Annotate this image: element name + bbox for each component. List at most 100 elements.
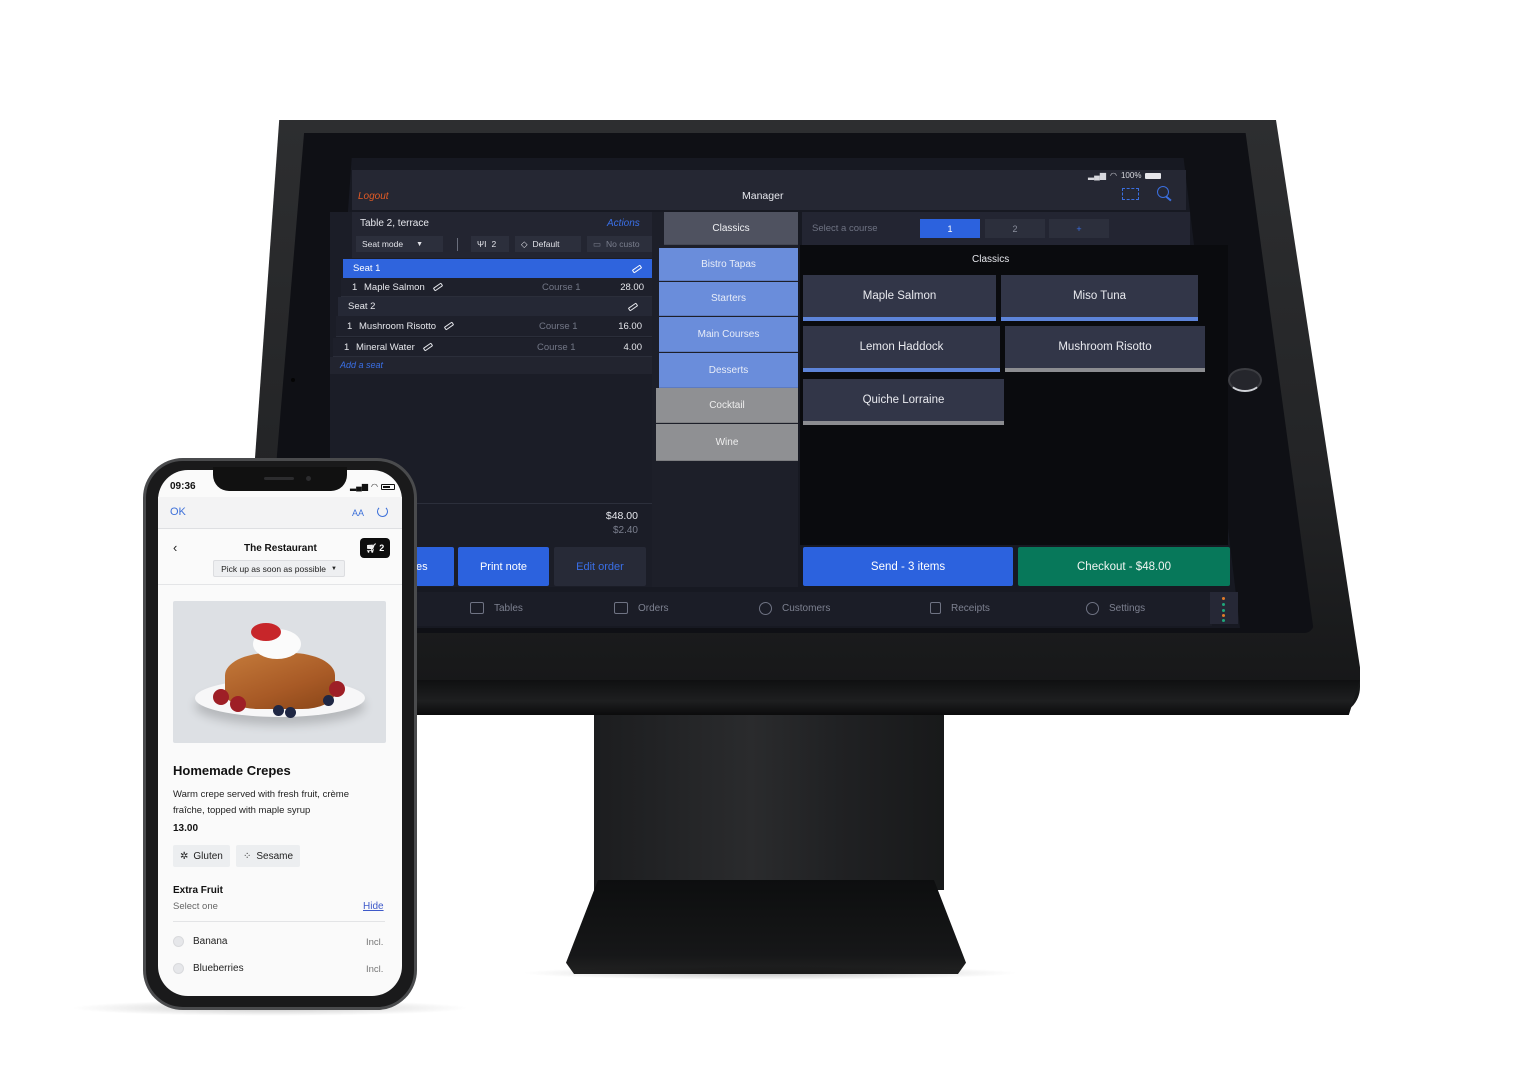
seat-mode-label: Seat mode <box>362 239 404 249</box>
status-dot <box>1222 597 1225 600</box>
modifier-title: Extra Fruit <box>173 885 224 896</box>
logout-button[interactable]: Logout <box>358 191 389 202</box>
sesame-icon: ⁘ <box>243 850 252 862</box>
menu-item-tile[interactable]: Maple Salmon <box>803 275 996 321</box>
camera-icon <box>291 378 295 382</box>
print-note-button[interactable]: Print note <box>458 547 549 586</box>
menu-item-tile[interactable]: Quiche Lorraine <box>803 379 1004 425</box>
bag-icon <box>614 602 628 614</box>
nav-receipts[interactable]: Receipts <box>930 602 990 614</box>
raspberry-graphic <box>213 689 229 705</box>
item-qty: 1 <box>352 281 358 293</box>
tag-icon: ◇ <box>521 238 528 249</box>
nav-label: Customers <box>782 603 831 614</box>
blueberry-graphic <box>323 695 334 706</box>
seat-row[interactable]: Seat 2 <box>338 297 654 316</box>
radio-button[interactable] <box>173 936 184 947</box>
price-list-label: Default <box>532 239 560 249</box>
search-icon[interactable] <box>1157 186 1169 198</box>
status-dot <box>1222 614 1225 617</box>
user-icon <box>759 602 772 615</box>
menu-item-tile[interactable]: Lemon Haddock <box>803 326 1000 372</box>
category-item[interactable]: Classics <box>664 212 798 245</box>
item-qty: 1 <box>344 341 350 353</box>
customer-card-icon: ▭ <box>593 238 602 249</box>
hide-link[interactable]: Hide <box>363 901 384 912</box>
allergen-label: Sesame <box>256 850 294 862</box>
tables-icon <box>470 602 484 614</box>
seat-label: Seat 2 <box>348 301 376 312</box>
course-option-2[interactable]: 2 <box>985 219 1045 238</box>
stand-shadow <box>520 966 1020 980</box>
order-item-row[interactable]: 1 Mushroom Risotto Course 1 16.00 <box>336 316 654 337</box>
nav-customers[interactable]: Customers <box>759 602 830 615</box>
category-item[interactable]: Cocktail <box>656 388 798 423</box>
page-title: Manager <box>742 190 784 202</box>
modifier-subtitle: Select one <box>173 901 218 912</box>
reload-icon[interactable] <box>377 506 388 517</box>
wifi-icon: ◠ <box>1109 171 1117 180</box>
course-option-1[interactable]: 1 <box>920 219 980 238</box>
edit-icon[interactable] <box>432 282 443 292</box>
home-button[interactable] <box>1228 368 1262 392</box>
nav-label: Settings <box>1109 603 1146 614</box>
category-item[interactable]: Main Courses <box>659 317 798 352</box>
radio-button[interactable] <box>173 963 184 974</box>
category-item[interactable]: Starters <box>659 282 798 316</box>
edit-icon[interactable] <box>627 301 639 312</box>
checkout-button[interactable]: Checkout - $48.00 <box>1018 547 1230 586</box>
add-course-button[interactable]: + <box>1049 219 1109 238</box>
edit-icon[interactable] <box>443 321 455 331</box>
phone-status-bar: ▂▄▆ ◠ <box>350 482 395 491</box>
ok-button[interactable]: OK <box>170 506 186 518</box>
nav-tables[interactable]: Tables <box>470 602 523 614</box>
option-label: Blueberries <box>193 963 244 974</box>
text-size-button[interactable]: AA <box>352 508 364 518</box>
price-list-chip[interactable]: ◇ Default <box>515 236 581 252</box>
item-course: Course 1 <box>542 281 581 293</box>
allergen-label: Gluten <box>193 850 223 862</box>
nav-settings[interactable]: Settings <box>1086 602 1145 615</box>
phone-time: 09:36 <box>170 481 196 492</box>
edit-icon[interactable] <box>422 342 434 352</box>
blueberry-graphic <box>273 705 284 716</box>
nav-label: Tables <box>494 602 523 614</box>
pickup-label: Pick up as soon as possible <box>221 563 326 574</box>
edit-order-button[interactable]: Edit order <box>554 547 646 586</box>
actions-link[interactable]: Actions <box>607 218 640 229</box>
chevron-down-icon: ▼ <box>330 565 337 572</box>
nav-orders[interactable]: Orders <box>614 602 669 614</box>
customer-chip[interactable]: ▭ No custo <box>587 236 658 252</box>
send-button[interactable]: Send - 3 items <box>803 547 1013 586</box>
category-item[interactable]: Wine <box>656 424 798 461</box>
status-bar: ▂▄▆ ◠ 100% <box>1088 171 1162 180</box>
order-item-row[interactable]: 1 Maple Salmon Course 1 28.00 <box>341 278 656 297</box>
guests-chip[interactable]: ΨΙ 2 <box>471 236 509 252</box>
item-price: 28.00 <box>620 281 644 293</box>
menu-item-tile[interactable]: Mushroom Risotto <box>1005 326 1205 372</box>
speaker-icon <box>264 477 294 480</box>
pickup-time-dropdown[interactable]: Pick up as soon as possible ▼ <box>213 560 345 577</box>
item-course: Course 1 <box>537 341 576 353</box>
seat-mode-dropdown[interactable]: Seat mode ▼ <box>356 236 443 252</box>
scan-icon[interactable] <box>1122 188 1139 200</box>
divider <box>457 238 458 251</box>
back-icon[interactable]: ‹ <box>173 540 177 555</box>
modifier-option[interactable]: Banana <box>173 936 227 947</box>
cart-button[interactable]: 🛒︎ 2 <box>360 538 390 558</box>
product-description: Warm crepe served with fresh fruit, crèm… <box>173 789 349 816</box>
order-item-row[interactable]: 1 Mineral Water Course 1 4.00 <box>333 338 654 357</box>
category-item[interactable]: Bistro Tapas <box>659 248 798 281</box>
seat-row[interactable]: Seat 1 <box>343 259 658 278</box>
item-name: Maple Salmon <box>364 281 425 293</box>
edit-icon[interactable] <box>631 263 643 274</box>
modifier-option[interactable]: Blueberries <box>173 963 244 974</box>
status-dot <box>1222 609 1225 612</box>
course-label: Select a course <box>812 223 878 234</box>
category-item[interactable]: Desserts <box>659 353 798 388</box>
connection-status-indicator[interactable] <box>1210 592 1238 624</box>
menu-item-tile[interactable]: Miso Tuna <box>1001 275 1198 321</box>
item-price: 4.00 <box>623 341 643 353</box>
product-price: 13.00 <box>173 823 199 834</box>
add-seat-link[interactable]: Add a seat <box>330 357 654 374</box>
